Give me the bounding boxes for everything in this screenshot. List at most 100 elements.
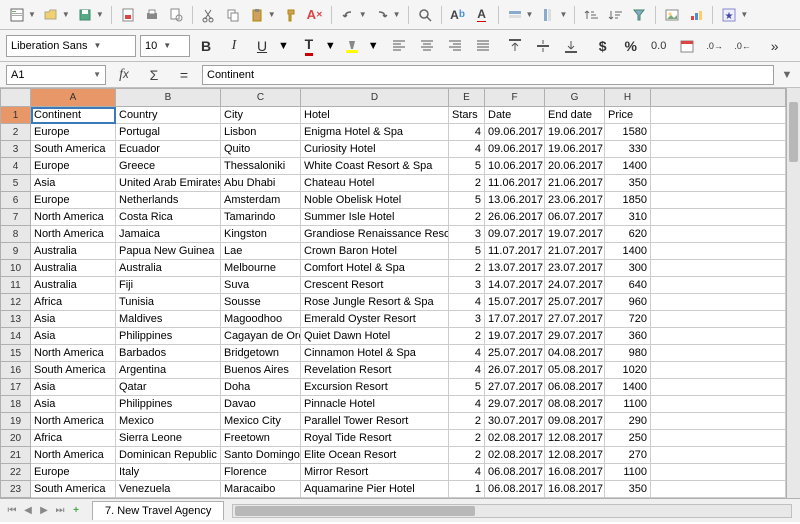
column-header[interactable]: B [116, 89, 221, 107]
underline-icon[interactable]: U [250, 35, 274, 57]
cell[interactable]: 4 [449, 396, 485, 413]
sum-icon[interactable]: Σ [142, 64, 166, 86]
insert-special-icon[interactable]: ★ [718, 4, 740, 26]
dropdown-arrow-icon[interactable]: ▼ [359, 10, 367, 19]
cell[interactable] [651, 498, 786, 499]
cell[interactable]: 1400 [605, 379, 651, 396]
cell[interactable]: 5 [449, 243, 485, 260]
cell[interactable]: 4 [449, 294, 485, 311]
row-header[interactable]: 8 [1, 226, 31, 243]
cell[interactable]: 1100 [605, 396, 651, 413]
formula-input[interactable]: Continent [202, 65, 774, 85]
cell[interactable]: 5 [449, 379, 485, 396]
row-header[interactable]: 2 [1, 124, 31, 141]
cell[interactable]: Revelation Resort [301, 362, 449, 379]
cell[interactable]: Buenos Aires [221, 362, 301, 379]
cell[interactable]: Tamarindo [221, 209, 301, 226]
cell[interactable]: Lae [221, 243, 301, 260]
cell[interactable]: Parallel Tower Resort [301, 413, 449, 430]
cell[interactable]: 11.07.2017 [485, 243, 545, 260]
cell[interactable]: 290 [605, 413, 651, 430]
expand-formula-icon[interactable]: ▼ [780, 69, 794, 81]
cell[interactable]: Asia [31, 175, 116, 192]
cell[interactable]: 23.07.2017 [545, 260, 605, 277]
cell[interactable]: 250 [605, 430, 651, 447]
insert-image-icon[interactable] [661, 4, 683, 26]
cell[interactable]: 2 [449, 430, 485, 447]
cell[interactable]: Doha [221, 379, 301, 396]
more-icon[interactable]: » [763, 35, 787, 57]
cell[interactable]: Asia [31, 396, 116, 413]
equals-icon[interactable]: = [172, 64, 196, 86]
cell[interactable]: 17.08.2017 [545, 498, 605, 499]
row-header[interactable]: 22 [1, 464, 31, 481]
row-header[interactable]: 7 [1, 209, 31, 226]
cell[interactable]: Pinnacle Hotel [301, 396, 449, 413]
row-header[interactable]: 17 [1, 379, 31, 396]
cell[interactable]: 05.08.2017 [545, 362, 605, 379]
dropdown-arrow-icon[interactable]: ▼ [368, 40, 379, 52]
cell[interactable]: Excursion Resort [301, 379, 449, 396]
cell[interactable]: Europe [31, 192, 116, 209]
dropdown-arrow-icon[interactable]: ▼ [96, 10, 104, 19]
cell[interactable]: Santo Domingo [221, 447, 301, 464]
cell[interactable]: 980 [605, 345, 651, 362]
tab-add-icon[interactable]: + [68, 505, 84, 516]
column-header[interactable] [651, 89, 786, 107]
scroll-thumb[interactable] [235, 506, 475, 516]
cell[interactable]: End date [545, 107, 605, 124]
cell[interactable]: 04.08.2017 [545, 345, 605, 362]
cell[interactable]: Asia [31, 311, 116, 328]
cell[interactable]: 09.08.2017 [545, 413, 605, 430]
row-header[interactable]: 14 [1, 328, 31, 345]
cell[interactable]: Asia [31, 379, 116, 396]
row-header[interactable]: 13 [1, 311, 31, 328]
column-header[interactable]: H [605, 89, 651, 107]
cell[interactable]: North America [31, 226, 116, 243]
cell[interactable]: 960 [605, 294, 651, 311]
print-preview-icon[interactable] [165, 4, 187, 26]
cell[interactable]: 620 [605, 226, 651, 243]
cell[interactable]: Greece [116, 158, 221, 175]
cell[interactable]: 1400 [605, 243, 651, 260]
cell[interactable]: 27.07.2017 [485, 379, 545, 396]
cell[interactable] [651, 379, 786, 396]
cell[interactable]: 06.07.2017 [545, 209, 605, 226]
highlight-icon[interactable] [340, 35, 364, 57]
cell[interactable]: Obsidian Estate Hotel [301, 498, 449, 499]
number-icon[interactable]: 0.0 [647, 35, 671, 57]
row-header[interactable]: 3 [1, 141, 31, 158]
new-icon[interactable] [6, 4, 28, 26]
cell[interactable]: Comfort Hotel & Spa [301, 260, 449, 277]
font-color-icon[interactable]: T [297, 35, 321, 57]
cell[interactable] [651, 345, 786, 362]
cell[interactable]: Emerald Oyster Resort [301, 311, 449, 328]
row-header[interactable]: 21 [1, 447, 31, 464]
cell[interactable]: 14.07.2017 [485, 277, 545, 294]
cell[interactable]: Royal Tide Resort [301, 430, 449, 447]
cell[interactable]: Melbourne [221, 260, 301, 277]
cell[interactable]: Papua New Guinea [116, 243, 221, 260]
cell[interactable] [651, 481, 786, 498]
row-header[interactable]: 4 [1, 158, 31, 175]
cell[interactable]: North America [31, 345, 116, 362]
cell[interactable] [651, 192, 786, 209]
cell[interactable]: Philippines [116, 328, 221, 345]
cell[interactable] [651, 294, 786, 311]
open-icon[interactable] [40, 4, 62, 26]
cell[interactable]: 350 [605, 481, 651, 498]
currency-icon[interactable]: $ [591, 35, 615, 57]
cell[interactable]: 2 [449, 447, 485, 464]
cell[interactable]: 29.07.2017 [545, 328, 605, 345]
cell[interactable]: Europe [31, 158, 116, 175]
row-header[interactable]: 23 [1, 481, 31, 498]
cell[interactable]: Aquamarine Pier Hotel [301, 481, 449, 498]
align-justify-icon[interactable] [471, 35, 495, 57]
cell[interactable] [651, 141, 786, 158]
cell[interactable] [651, 328, 786, 345]
cell[interactable]: Sousse [221, 294, 301, 311]
sheet-tab[interactable]: 7. New Travel Agency [92, 501, 224, 520]
cell[interactable]: Dominican Republic [116, 447, 221, 464]
cell[interactable]: 20.06.2017 [545, 158, 605, 175]
scroll-thumb[interactable] [789, 102, 798, 162]
